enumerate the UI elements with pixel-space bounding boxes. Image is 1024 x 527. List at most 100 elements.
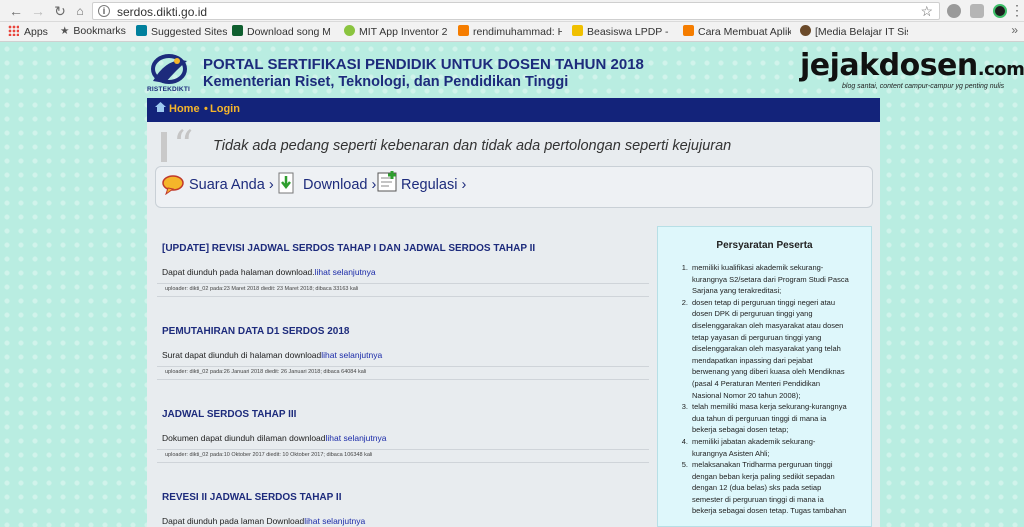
requirement-item: 1. memiliki kualifikasi akademik sekurang… bbox=[674, 262, 866, 297]
page-title: PORTAL SERTIFIKASI PENDIDIK UNTUK DOSEN … bbox=[203, 56, 644, 73]
requirement-line: bekerja sebagai dosen tetap. Tugas tamba… bbox=[692, 506, 847, 516]
post-meta: uploader: dikti_02 pada:26 Januari 2018 … bbox=[157, 366, 649, 380]
post-title[interactable]: JADWAL SERDOS TAHAP III bbox=[162, 409, 296, 420]
bookmarks-bar: Apps ★ Bookmarks Suggested Sites Download… bbox=[0, 22, 1024, 42]
requirement-line: dosen DPK di perguruan tinggi yang bbox=[692, 309, 813, 319]
post-title[interactable]: REVESI II JADWAL SERDOS TAHAP II bbox=[162, 492, 341, 503]
requirement-line: bekerja sebagai dosen tetap; bbox=[692, 425, 789, 435]
post-body: Surat dapat diunduh di halaman downloadl… bbox=[162, 350, 383, 360]
site-header: RISTEKDIKTI PORTAL SERTIFIKASI PENDIDIK … bbox=[147, 50, 644, 96]
menu-icon[interactable]: ⋮ bbox=[1010, 3, 1024, 17]
ristekdikti-logo[interactable]: RISTEKDIKTI bbox=[147, 51, 195, 95]
quote-bar bbox=[161, 132, 167, 162]
requirement-number: 4. bbox=[681, 436, 688, 446]
read-more-link[interactable]: lihat selanjutnya bbox=[315, 267, 376, 277]
requirement-line: Sarjana yang terakreditasi; bbox=[692, 286, 782, 296]
read-more-link[interactable]: lihat selanjutnya bbox=[321, 350, 382, 360]
nav-login-link[interactable]: Login bbox=[210, 103, 240, 115]
bookmark-download-song[interactable]: Download song Mus bbox=[232, 25, 330, 39]
requirement-line: dua tahun di perguruan tinggi di mana ia bbox=[692, 413, 827, 423]
blogger-icon bbox=[458, 25, 469, 36]
nav-home-link[interactable]: Home bbox=[169, 103, 200, 115]
requirement-line: dengan beban kerja paling sedikit sepada… bbox=[692, 471, 835, 481]
menu-suara-anda[interactable]: Suara Anda › bbox=[189, 177, 274, 197]
requirement-line: (pasal 4 Peraturan Menteri Pendidikan bbox=[692, 378, 820, 388]
read-more-link[interactable]: lihat selanjutnya bbox=[304, 516, 365, 526]
requirement-item: 4. memiliki jabatan akademik sekurang-kur… bbox=[674, 436, 866, 459]
requirement-line: dosen tetap di perguruan tinggi negeri a… bbox=[692, 297, 836, 307]
requirements-list: 1. memiliki kualifikasi akademik sekurang… bbox=[674, 262, 866, 517]
post-body: Dokumen dapat diunduh dilaman downloadli… bbox=[162, 433, 387, 443]
requirement-line: Nasional Nomor 20 tahun 2008); bbox=[692, 390, 801, 400]
sidebar-title: Persyaratan Peserta bbox=[716, 240, 813, 251]
extension-circle-icon[interactable] bbox=[993, 4, 1007, 18]
requirement-number: 5. bbox=[681, 460, 688, 470]
info-icon[interactable]: i bbox=[98, 5, 110, 17]
camera-extension-icon[interactable] bbox=[970, 4, 984, 18]
requirement-item: 2. dosen tetap di perguruan tinggi negeri… bbox=[674, 297, 866, 401]
logo-text: RISTEKDIKTI bbox=[147, 86, 191, 93]
home-icon bbox=[155, 102, 166, 112]
requirement-number: 2. bbox=[681, 297, 688, 307]
requirement-item: 5. melaksanakan Tridharma perguruan tingg… bbox=[674, 459, 866, 517]
requirement-item: 3. telah memiliki masa kerja sekurang-kur… bbox=[674, 401, 866, 436]
menu-regulasi[interactable]: Regulasi › bbox=[401, 177, 466, 197]
avatar-icon bbox=[800, 25, 811, 36]
bookmark-suggested-sites[interactable]: Suggested Sites bbox=[136, 25, 227, 39]
home-button-icon[interactable]: ⌂ bbox=[72, 3, 88, 19]
requirement-line: diselenggarakan oleh masyarakat yang tel… bbox=[692, 344, 841, 354]
requirement-line: kurangnya Asisten Ahli; bbox=[692, 448, 770, 458]
post-body: Dapat diunduh pada halaman download.liha… bbox=[162, 267, 376, 277]
requirement-line: kurangnya S2/setara dari Program Studi P… bbox=[692, 274, 849, 284]
bookmark-bookmarks[interactable]: ★ Bookmarks bbox=[60, 25, 126, 39]
back-icon[interactable]: ← bbox=[8, 3, 24, 19]
top-navbar: Home • Login bbox=[147, 98, 880, 122]
requirement-line: mendapatkan inpassing dari pejabat bbox=[692, 355, 813, 365]
requirement-line: melaksanakan Tridharma perguruan tinggi bbox=[692, 460, 833, 470]
more-bookmarks-icon[interactable]: » bbox=[1011, 23, 1018, 37]
app-inventor-icon bbox=[344, 25, 355, 36]
music-n-icon bbox=[232, 25, 243, 36]
menu-download[interactable]: Download › bbox=[303, 177, 376, 197]
address-bar[interactable]: i serdos.dikti.go.id ☆ bbox=[92, 2, 940, 20]
requirement-number: 3. bbox=[681, 402, 688, 412]
bookmark-apps[interactable]: Apps bbox=[8, 25, 48, 39]
watermark-tagline: blog santai, content campur-campur yg pe… bbox=[842, 83, 1005, 90]
reload-icon[interactable]: ↻ bbox=[52, 3, 68, 19]
read-more-link[interactable]: lihat selanjutnya bbox=[326, 433, 387, 443]
page-subtitle: Kementerian Riset, Teknologi, dan Pendid… bbox=[203, 74, 569, 90]
requirement-line: memiliki kualifikasi akademik sekurang- bbox=[692, 263, 824, 272]
post-meta: uploader: dikti_02 pada:23 Maret 2018 di… bbox=[157, 283, 649, 297]
post-meta: uploader: dikti_02 pada:10 Oktober 2017 … bbox=[157, 449, 649, 463]
requirement-line: semester di perguruan tinggi di mana ia bbox=[692, 494, 824, 504]
requirement-line: berwenang yang diberi kuasa oleh Mendikn… bbox=[692, 367, 845, 377]
main-content: “ Tidak ada pedang seperti kebenaran dan… bbox=[147, 122, 880, 527]
star-icon: ★ bbox=[60, 25, 70, 37]
browser-toolbar: ← → ↻ ⌂ i serdos.dikti.go.id ☆ ⋮ bbox=[0, 0, 1024, 22]
post-title[interactable]: [UPDATE] REVISI JADWAL SERDOS TAHAP I DA… bbox=[162, 243, 535, 254]
bookmark-cara-membuat[interactable]: Cara Membuat Aplik bbox=[683, 25, 791, 39]
regulation-icon bbox=[377, 171, 397, 192]
lpdp-icon bbox=[572, 25, 583, 36]
quote-mark-icon: “ bbox=[173, 123, 194, 169]
post-title[interactable]: PEMUTAHIRAN DATA D1 SERDOS 2018 bbox=[162, 326, 349, 337]
download-icon bbox=[278, 172, 294, 194]
bookmark-app-inventor[interactable]: MIT App Inventor 2 bbox=[344, 25, 450, 39]
bookmark-star-icon[interactable]: ☆ bbox=[920, 3, 933, 20]
bookmark-media-belajar[interactable]: [Media Belajar IT Sis bbox=[800, 25, 908, 39]
post-body: Dapat diunduh pada laman Downloadlihat s… bbox=[162, 516, 366, 526]
blogger-icon bbox=[683, 25, 694, 36]
requirements-sidebar: Persyaratan Peserta 1. memiliki kualifika… bbox=[657, 226, 872, 527]
watermark-name: jejakdosen.com bbox=[800, 48, 1024, 83]
apps-grid-icon bbox=[8, 25, 19, 36]
requirement-line: dengan 12 (dua belas) sks pada setiap bbox=[692, 483, 822, 493]
requirement-number: 1. bbox=[681, 263, 688, 272]
extension-icon[interactable] bbox=[947, 4, 961, 18]
forward-icon[interactable]: → bbox=[30, 3, 46, 19]
address-url[interactable]: serdos.dikti.go.id bbox=[117, 5, 207, 19]
requirement-line: tetap yayasan di perguruan tinggi yang bbox=[692, 332, 822, 342]
bookmark-rendimuhammad[interactable]: rendimuhammad: H bbox=[458, 25, 562, 39]
bookmark-beasiswa-lpdp[interactable]: Beasiswa LPDP - Log bbox=[572, 25, 672, 39]
requirement-line: memiliki jabatan akademik sekurang- bbox=[692, 436, 816, 446]
quote-text: Tidak ada pedang seperti kebenaran dan t… bbox=[213, 138, 732, 154]
